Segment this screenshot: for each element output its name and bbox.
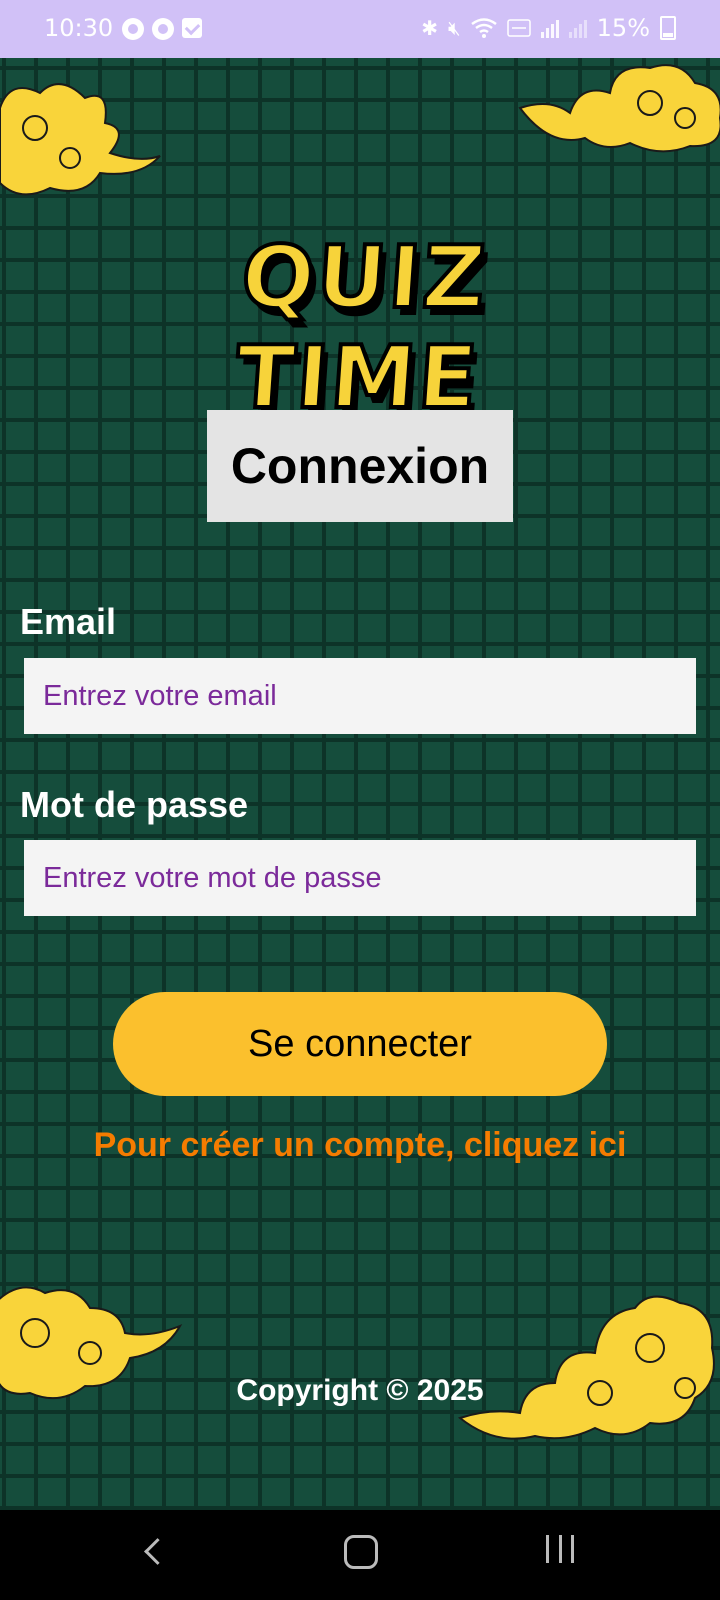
volte-icon (506, 19, 531, 37)
page-title: Connexion (207, 410, 513, 522)
copyright-text: Copyright © 2025 (236, 1374, 484, 1407)
login-screen: QUIZ TIME Connexion Email Mot de passe S… (0, 58, 720, 1510)
email-field[interactable] (24, 658, 696, 734)
status-bar: 10:30 ✱ 🔇︎ 15% (0, 0, 720, 58)
battery-level: 15% (596, 14, 650, 42)
password-field[interactable] (24, 840, 696, 916)
check-box-icon (182, 18, 202, 38)
recent-apps-icon[interactable] (546, 1535, 574, 1563)
wifi-icon (470, 18, 497, 38)
navigation-bar (0, 1510, 720, 1600)
cloud-decoration-icon (457, 1295, 715, 1440)
email-label: Email (20, 601, 117, 642)
cloud-decoration-icon (0, 83, 161, 196)
signal-icon (568, 18, 587, 38)
back-icon[interactable] (144, 1538, 171, 1565)
app-logo: QUIZ TIME (230, 226, 492, 430)
status-time: 10:30 (44, 14, 114, 42)
bluetooth-icon: ✱ (421, 16, 439, 40)
notification-icons (122, 18, 202, 40)
signup-link[interactable]: Pour créer un compte, cliquez ici (0, 1126, 720, 1165)
home-icon[interactable] (344, 1535, 378, 1569)
phone-call-icon (122, 18, 144, 40)
system-icons: ✱ 🔇︎ 15% (421, 14, 676, 42)
cloud-decoration-icon (518, 64, 720, 153)
login-button[interactable]: Se connecter (113, 992, 607, 1096)
mute-icon: 🔇︎ (448, 16, 461, 40)
signal-icon (540, 18, 559, 38)
battery-icon (660, 16, 676, 40)
password-label: Mot de passe (20, 784, 249, 825)
phone-call-icon (152, 18, 174, 40)
